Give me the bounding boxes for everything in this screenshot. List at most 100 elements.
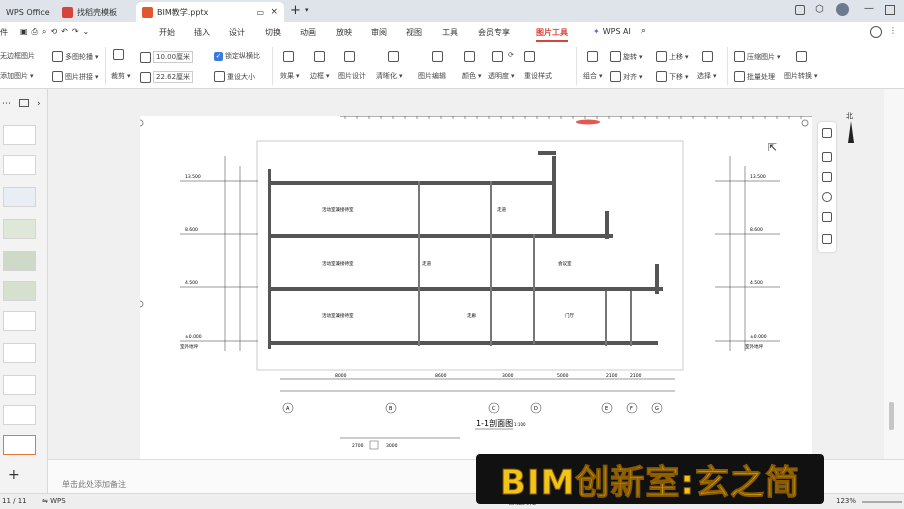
picture-edit-button[interactable]: 图片编辑 bbox=[418, 71, 446, 81]
align-icon bbox=[610, 71, 621, 82]
tab-document[interactable]: BIM教学.pptx ▭ × bbox=[136, 2, 284, 22]
menu-review[interactable]: 审阅 bbox=[371, 27, 387, 38]
window-icon[interactable] bbox=[795, 5, 805, 15]
zoom-icon[interactable] bbox=[822, 192, 832, 202]
border-icon[interactable] bbox=[314, 51, 325, 62]
section-drawing[interactable]: 活动室兼接待室 走道 活动室兼接待室 走道 会议室 活动室兼接待室 走廊 门厅 … bbox=[136, 101, 821, 459]
reset-style-button[interactable]: 重设样式 bbox=[524, 71, 552, 81]
menu-insert[interactable]: 插入 bbox=[194, 27, 210, 38]
slide-thumb-10[interactable] bbox=[3, 405, 36, 425]
sharpen-icon[interactable] bbox=[388, 51, 399, 62]
pptx-icon bbox=[142, 6, 153, 18]
menu-slideshow[interactable]: 放映 bbox=[336, 27, 352, 38]
color-icon[interactable] bbox=[464, 51, 475, 62]
cube-icon[interactable]: ⬡ bbox=[815, 4, 824, 15]
menu-home[interactable]: 开始 bbox=[159, 27, 175, 38]
slide-thumb-8[interactable] bbox=[3, 343, 36, 363]
carousel-icon bbox=[52, 51, 63, 62]
carousel-button[interactable]: 多图轮播 ▾ bbox=[52, 51, 99, 62]
slide-thumb-2[interactable] bbox=[3, 155, 36, 175]
menu-design[interactable]: 设计 bbox=[229, 27, 245, 38]
collapse-icon[interactable]: › bbox=[37, 99, 41, 109]
remove-bg-icon[interactable] bbox=[283, 51, 294, 62]
picture-design-button[interactable]: 图片设计 bbox=[338, 71, 366, 81]
zoom-slider[interactable] bbox=[862, 501, 902, 503]
reset-style-icon[interactable] bbox=[524, 51, 535, 62]
add-picture-button[interactable]: 添加图片 ▾ bbox=[0, 71, 34, 81]
crop-icon[interactable] bbox=[113, 49, 124, 60]
transparency-button[interactable]: 透明度 ▾ bbox=[488, 71, 515, 81]
batch-button[interactable]: 批量处理 bbox=[734, 71, 775, 82]
picture-edit-icon[interactable] bbox=[432, 51, 443, 62]
tab-wps-office[interactable]: WPS Office bbox=[0, 2, 56, 22]
add-tab-button[interactable]: + bbox=[290, 3, 301, 18]
slides-icon[interactable] bbox=[19, 99, 29, 107]
send-backward-button[interactable]: 下移 ▾ bbox=[656, 71, 689, 82]
select-icon[interactable] bbox=[702, 51, 713, 62]
border-button[interactable]: 边框 ▾ bbox=[310, 71, 330, 81]
add-slide-button[interactable]: + bbox=[8, 467, 20, 483]
crop-tool-icon[interactable] bbox=[822, 212, 832, 222]
bring-forward-button[interactable]: 上移 ▾ bbox=[656, 51, 689, 62]
monitor-icon[interactable]: ▭ bbox=[256, 8, 264, 17]
picture-design-icon[interactable] bbox=[344, 51, 355, 62]
slide-thumb-4[interactable] bbox=[3, 219, 36, 239]
group-icon[interactable] bbox=[587, 51, 598, 62]
menu-file[interactable]: 件 bbox=[0, 27, 8, 38]
select-button[interactable]: 选择 ▾ bbox=[697, 71, 717, 81]
avatar[interactable] bbox=[836, 3, 849, 16]
slide-thumb-6[interactable] bbox=[3, 281, 36, 301]
borderless-picture-button[interactable]: 无边框图片 bbox=[0, 51, 35, 61]
tab-dropdown-icon[interactable]: ▾ bbox=[305, 6, 309, 14]
scroll-thumb[interactable] bbox=[889, 402, 894, 430]
slide-thumb-5[interactable] bbox=[3, 251, 36, 271]
zoom-level[interactable]: 123% bbox=[836, 497, 856, 505]
layer-icon[interactable] bbox=[822, 128, 832, 138]
effect-button[interactable]: 效果 ▾ bbox=[280, 71, 300, 81]
width-field[interactable]: 10.00厘米 bbox=[140, 51, 194, 63]
quick-access-icons[interactable]: ▣⎙⌕⟲↶↷⌄ bbox=[20, 27, 93, 37]
slide-thumb-1[interactable] bbox=[3, 125, 36, 145]
rotate-icon[interactable]: ⟳ bbox=[508, 51, 514, 59]
expand-icon[interactable] bbox=[822, 234, 832, 244]
tab-template[interactable]: 找稻壳模板 bbox=[56, 2, 123, 22]
outline-icon[interactable]: ⋯ bbox=[2, 99, 11, 109]
maximize-icon[interactable] bbox=[885, 5, 895, 15]
group-button[interactable]: 组合 ▾ bbox=[583, 71, 603, 81]
rotate-button[interactable]: 旋转 ▾ bbox=[610, 51, 643, 62]
transparency-icon[interactable] bbox=[492, 51, 503, 62]
wps-ai-button[interactable]: ✦ WPS AI bbox=[593, 27, 631, 36]
slide[interactable]: 活动室兼接待室 走道 活动室兼接待室 走道 会议室 活动室兼接待室 走廊 门厅 … bbox=[136, 101, 821, 459]
cloud-icon[interactable] bbox=[870, 26, 882, 38]
lock-ratio-checkbox[interactable]: ✓ 锁定纵横比 bbox=[214, 51, 260, 61]
menu-picture-tools[interactable]: 图片工具 bbox=[536, 27, 568, 42]
svg-text:3000: 3000 bbox=[386, 443, 398, 449]
convert-button[interactable]: 图片转换 ▾ bbox=[784, 71, 818, 81]
picture-splice-button[interactable]: 图片拼接 ▾ bbox=[52, 71, 99, 82]
color-button[interactable]: 颜色 ▾ bbox=[462, 71, 482, 81]
search-icon[interactable]: ⌕ bbox=[641, 26, 646, 36]
menu-member[interactable]: 会员专享 bbox=[478, 27, 510, 38]
picture-icon[interactable] bbox=[822, 172, 832, 182]
drawing-title: 1-1剖面图 bbox=[476, 418, 513, 428]
sharpen-button[interactable]: 清晰化 ▾ bbox=[376, 71, 403, 81]
menu-animation[interactable]: 动画 bbox=[300, 27, 316, 38]
slide-thumb-3[interactable] bbox=[3, 187, 36, 207]
minimize-icon[interactable]: — bbox=[864, 3, 874, 14]
vertical-scrollbar[interactable] bbox=[884, 89, 904, 459]
height-field[interactable]: 22.62厘米 bbox=[140, 71, 194, 83]
more-icon[interactable]: ⋮ bbox=[889, 26, 897, 35]
slide-thumb-7[interactable] bbox=[3, 311, 36, 331]
menu-tools[interactable]: 工具 bbox=[442, 27, 458, 38]
close-tab-icon[interactable]: × bbox=[270, 7, 278, 17]
menu-view[interactable]: 视图 bbox=[406, 27, 422, 38]
slide-thumb-9[interactable] bbox=[3, 375, 36, 395]
reset-size-button[interactable]: 重设大小 bbox=[214, 71, 255, 82]
align-button[interactable]: 对齐 ▾ bbox=[610, 71, 643, 82]
convert-icon[interactable] bbox=[796, 51, 807, 62]
layers-icon[interactable] bbox=[822, 152, 832, 162]
menu-transition[interactable]: 切换 bbox=[265, 27, 281, 38]
crop-button[interactable]: 裁剪 ▾ bbox=[111, 71, 131, 81]
slide-thumb-11[interactable] bbox=[3, 435, 36, 455]
compress-button[interactable]: 压缩图片 ▾ bbox=[734, 51, 781, 62]
